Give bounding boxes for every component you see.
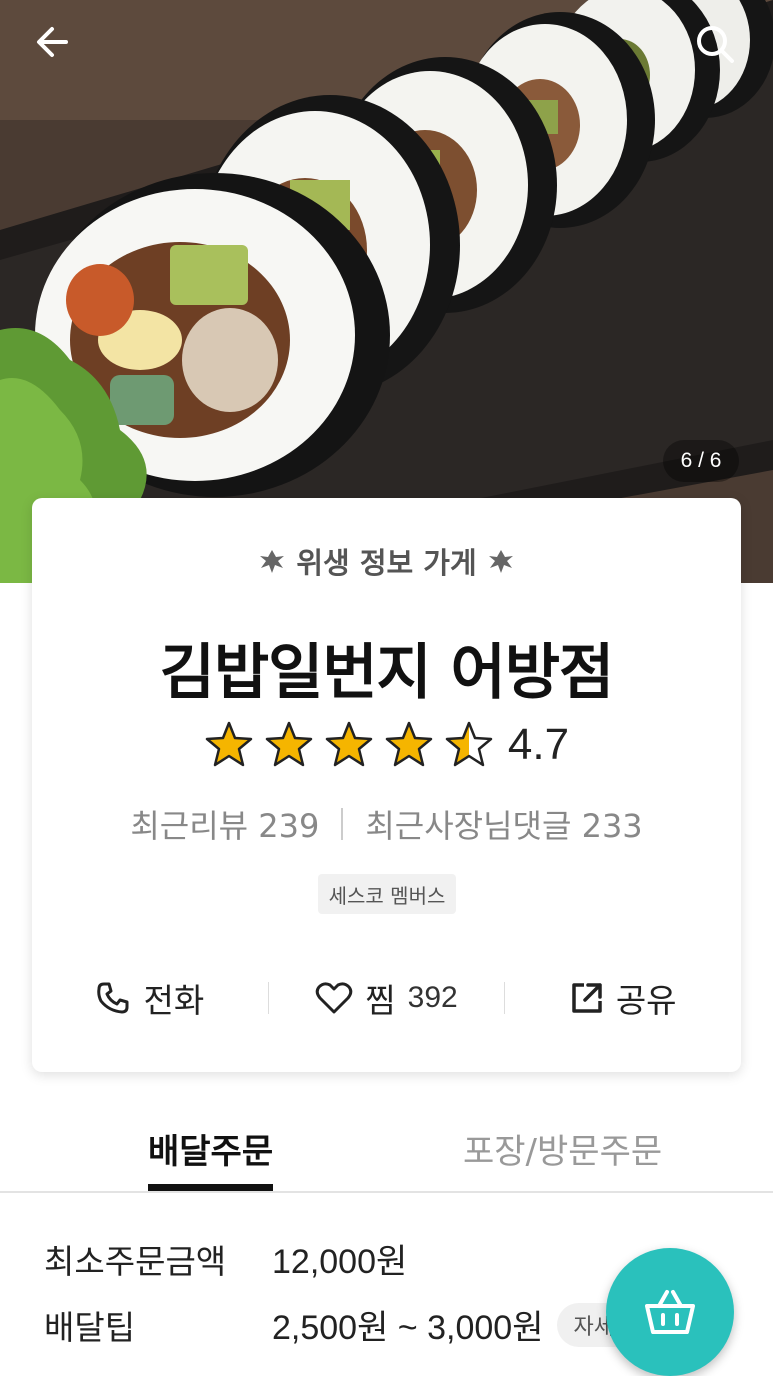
search-icon <box>697 26 734 63</box>
rating-row: 4.7 <box>32 720 741 770</box>
back-button[interactable] <box>32 22 88 78</box>
recent-reviews-link[interactable]: 최근리뷰 239 <box>130 801 319 847</box>
min-order-label: 최소주문금액 <box>44 1241 227 1281</box>
action-bar: 전화 찜 392 공유 <box>32 970 741 1026</box>
hygiene-info-label[interactable]: 위생 정보 가게 <box>32 540 741 582</box>
favorite-count: 392 <box>407 981 458 1014</box>
star-full-icon <box>325 721 373 767</box>
review-stats: 최근리뷰 239 최근사장님댓글 233 <box>32 801 741 847</box>
share-icon <box>572 983 602 1013</box>
delivery-tip-row: 배달팁 2,500원 ~ 3,000원 자세히 <box>44 1300 651 1349</box>
delivery-tip-value: 2,500원 ~ 3,000원 <box>272 1309 544 1347</box>
delivery-tip-label: 배달팁 <box>44 1307 136 1347</box>
arrow-left-icon <box>37 27 68 57</box>
phone-icon <box>97 982 129 1014</box>
kimbap-photo <box>0 0 773 583</box>
photo-counter: 6 / 6 <box>663 440 739 482</box>
favorite-label: 찜 <box>365 981 396 1020</box>
star-full-icon <box>265 721 313 767</box>
min-order-row: 최소주문금액 12,000원 <box>44 1234 407 1283</box>
star-full-icon <box>205 721 253 767</box>
store-photo[interactable]: 6 / 6 <box>0 0 773 583</box>
star-full-icon <box>385 721 433 767</box>
favorite-button[interactable]: 찜 392 <box>269 974 505 1022</box>
search-button[interactable] <box>693 22 749 78</box>
leaf-right-icon <box>488 550 513 573</box>
order-type-tabs: 배달주문 포장/방문주문 <box>0 1110 773 1193</box>
store-name: 김밥일번지 어방점 <box>159 638 615 708</box>
tab-delivery[interactable]: 배달주문 <box>148 1124 274 1191</box>
store-info-card: 위생 정보 가게 김밥일번지 어방점 4.7 최근리뷰 239 최근사장님댓글 … <box>32 498 741 1072</box>
call-button[interactable]: 전화 <box>32 974 268 1022</box>
basket-icon <box>645 1290 695 1334</box>
hygiene-text: 위생 정보 가게 <box>296 546 477 580</box>
star-half-icon <box>445 721 493 767</box>
heart-icon <box>316 982 353 1014</box>
share-label: 공유 <box>615 981 677 1020</box>
review-divider <box>341 808 344 840</box>
min-order-value: 12,000원 <box>272 1243 408 1281</box>
owner-replies-link[interactable]: 최근사장님댓글 233 <box>365 801 642 847</box>
cesco-badge: 세스코 멤버스 <box>318 874 456 914</box>
tab-takeout[interactable]: 포장/방문주문 <box>463 1124 662 1191</box>
share-button[interactable]: 공유 <box>505 974 741 1022</box>
leaf-left-icon <box>260 550 285 573</box>
rating-value: 4.7 <box>507 720 570 769</box>
call-label: 전화 <box>143 981 205 1020</box>
cart-button[interactable] <box>606 1248 734 1376</box>
